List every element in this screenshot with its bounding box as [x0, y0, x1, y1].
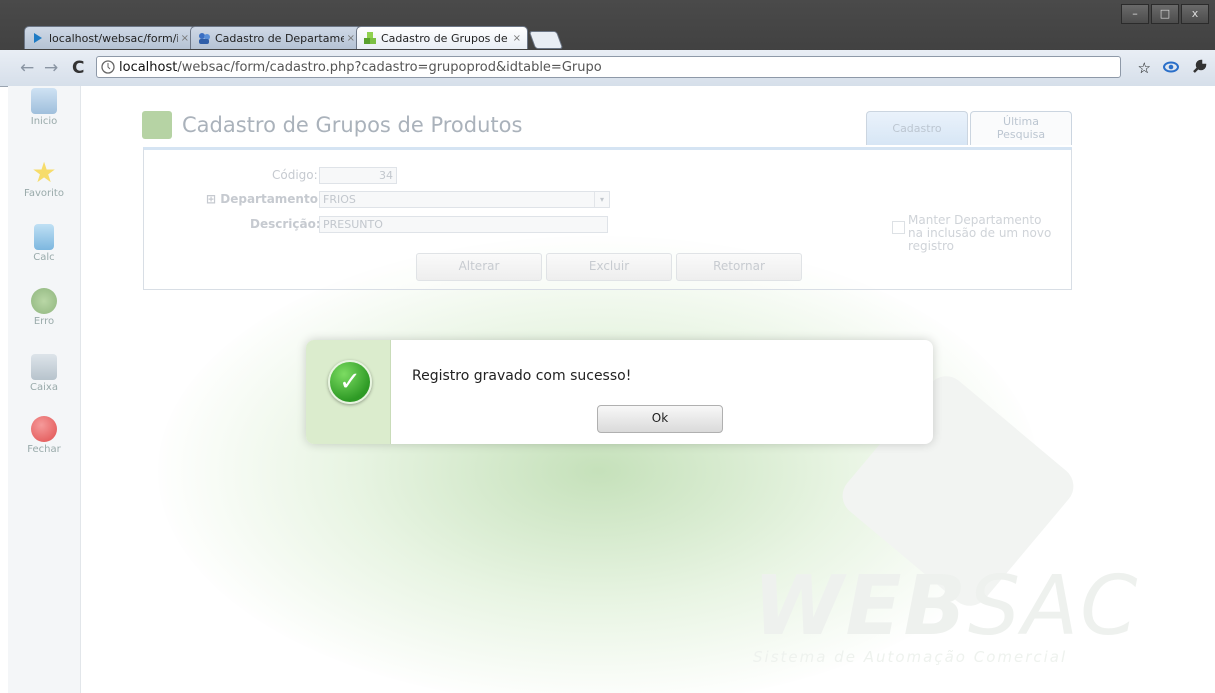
- sidebar-item-fechar[interactable]: Fechar: [8, 416, 80, 455]
- tab-close-icon[interactable]: ×: [513, 33, 521, 44]
- sidebar-item-label: Favorito: [24, 188, 64, 199]
- sidebar-item-calc[interactable]: Calc: [8, 224, 80, 263]
- page-content: WEBSAC Sistema de Automação Comercial In…: [8, 86, 1215, 693]
- tab-cadastro[interactable]: Cadastro: [866, 111, 968, 145]
- dialog-message: Registro gravado com sucesso!: [412, 368, 632, 384]
- codigo-field[interactable]: 34: [319, 167, 397, 184]
- tab-ultima-line1: Última: [1003, 115, 1039, 128]
- watermark-logo-sac: SAC: [967, 559, 1140, 654]
- codigo-label: Código:: [272, 168, 318, 182]
- browser-chrome: – □ x localhost/websac/form/ind × Cadast…: [0, 0, 1215, 87]
- form-panel: Código: 34 ⊞ Departamento: FRIOS ▾ Descr…: [143, 147, 1072, 290]
- sidebar-item-erro[interactable]: Erro: [8, 288, 80, 327]
- descricao-label: Descrição:: [250, 217, 321, 231]
- tab-label: localhost/websac/form/ind: [49, 31, 178, 45]
- sidebar-item-favorito[interactable]: ★ Favorito: [8, 156, 80, 200]
- url-path: /websac/form/cadastro.php?cadastro=grupo…: [177, 59, 602, 75]
- maximize-button[interactable]: □: [1151, 4, 1179, 24]
- tab-ultima-line2: Pesquisa: [996, 128, 1046, 141]
- minimize-button[interactable]: –: [1121, 4, 1149, 24]
- bookmark-star-icon[interactable]: ☆: [1138, 59, 1151, 77]
- sidebar-item-label: Inicio: [30, 116, 58, 127]
- tab-label: Cadastro de Departamento:: [215, 31, 344, 45]
- manter-departamento-label: Manter Departamento na inclusão de um no…: [908, 213, 1052, 253]
- cash-register-icon: [31, 354, 57, 380]
- browser-toolbar: ← → C localhost/websac/form/cadastro.php…: [0, 50, 1215, 87]
- sidebar-item-label: Caixa: [30, 382, 58, 393]
- sidebar-item-label: Fechar: [27, 444, 61, 455]
- sidebar-item-label: Erro: [33, 316, 55, 327]
- url-host: localhost: [119, 59, 178, 75]
- watermark-logo-web: WEB: [753, 559, 968, 654]
- tab-close-icon[interactable]: ×: [181, 33, 189, 44]
- check-icon: ✓: [328, 360, 372, 404]
- left-sidebar: Inicio ★ Favorito Calc Erro Caixa Fechar: [8, 86, 81, 693]
- sidebar-item-caixa[interactable]: Caixa: [8, 354, 80, 393]
- success-dialog: ✓ Registro gravado com sucesso! Ok: [306, 340, 933, 444]
- page-title: Cadastro de Grupos de Produtos: [142, 111, 522, 139]
- dialog-icon-panel: ✓: [306, 340, 391, 444]
- websac-watermark: WEBSAC Sistema de Automação Comercial: [753, 566, 1139, 667]
- tab-close-icon[interactable]: ×: [347, 33, 355, 44]
- expand-icon[interactable]: ⊞: [206, 192, 216, 206]
- tab-strip: localhost/websac/form/ind × Cadastro de …: [24, 26, 564, 50]
- close-window-button[interactable]: x: [1181, 4, 1209, 24]
- new-tab-button[interactable]: [528, 31, 564, 49]
- excluir-button[interactable]: Excluir: [546, 253, 672, 281]
- descricao-field[interactable]: PRESUNTO: [319, 216, 608, 233]
- browser-tab-grupos[interactable]: Cadastro de Grupos de Proc ×: [356, 26, 528, 49]
- page-icon: [101, 60, 115, 74]
- sidebar-item-inicio[interactable]: Inicio: [8, 88, 80, 127]
- chevron-down-icon: ▾: [594, 192, 609, 207]
- tab-label: Cadastro de Grupos de Proc: [381, 31, 510, 45]
- ok-button[interactable]: Ok: [597, 405, 723, 433]
- star-icon: ★: [31, 156, 57, 189]
- window-controls: – □ x: [1121, 4, 1209, 24]
- page-title-text: Cadastro de Grupos de Produtos: [182, 113, 523, 137]
- address-bar[interactable]: localhost/websac/form/cadastro.php?cadas…: [96, 56, 1121, 78]
- bug-icon: [31, 288, 57, 314]
- sidebar-item-label: Calc: [33, 252, 55, 263]
- home-icon: [31, 88, 57, 114]
- browser-tab-departamento[interactable]: Cadastro de Departamento: ×: [190, 26, 362, 49]
- toolbar-icons: ☆: [1138, 59, 1207, 77]
- wrench-icon[interactable]: [1191, 59, 1207, 75]
- departamento-select[interactable]: FRIOS ▾: [319, 191, 610, 208]
- browser-tab-index[interactable]: localhost/websac/form/ind ×: [24, 26, 196, 49]
- cubes-icon: [142, 111, 172, 139]
- retornar-button[interactable]: Retornar: [676, 253, 802, 281]
- people-icon: [199, 33, 210, 44]
- alterar-button[interactable]: Alterar: [416, 253, 542, 281]
- extension-eye-icon[interactable]: [1163, 59, 1179, 75]
- forward-button[interactable]: →: [44, 58, 58, 78]
- cubes-icon: [364, 32, 376, 44]
- close-icon: [31, 416, 57, 442]
- tab-ultima-pesquisa[interactable]: Última Pesquisa: [970, 111, 1072, 145]
- manter-departamento-checkbox[interactable]: [892, 221, 905, 234]
- back-button[interactable]: ←: [20, 58, 34, 78]
- departamento-label: ⊞ Departamento:: [206, 192, 323, 206]
- calculator-icon: [34, 224, 54, 250]
- arrow-icon: [34, 33, 42, 43]
- reload-button[interactable]: C: [72, 58, 84, 78]
